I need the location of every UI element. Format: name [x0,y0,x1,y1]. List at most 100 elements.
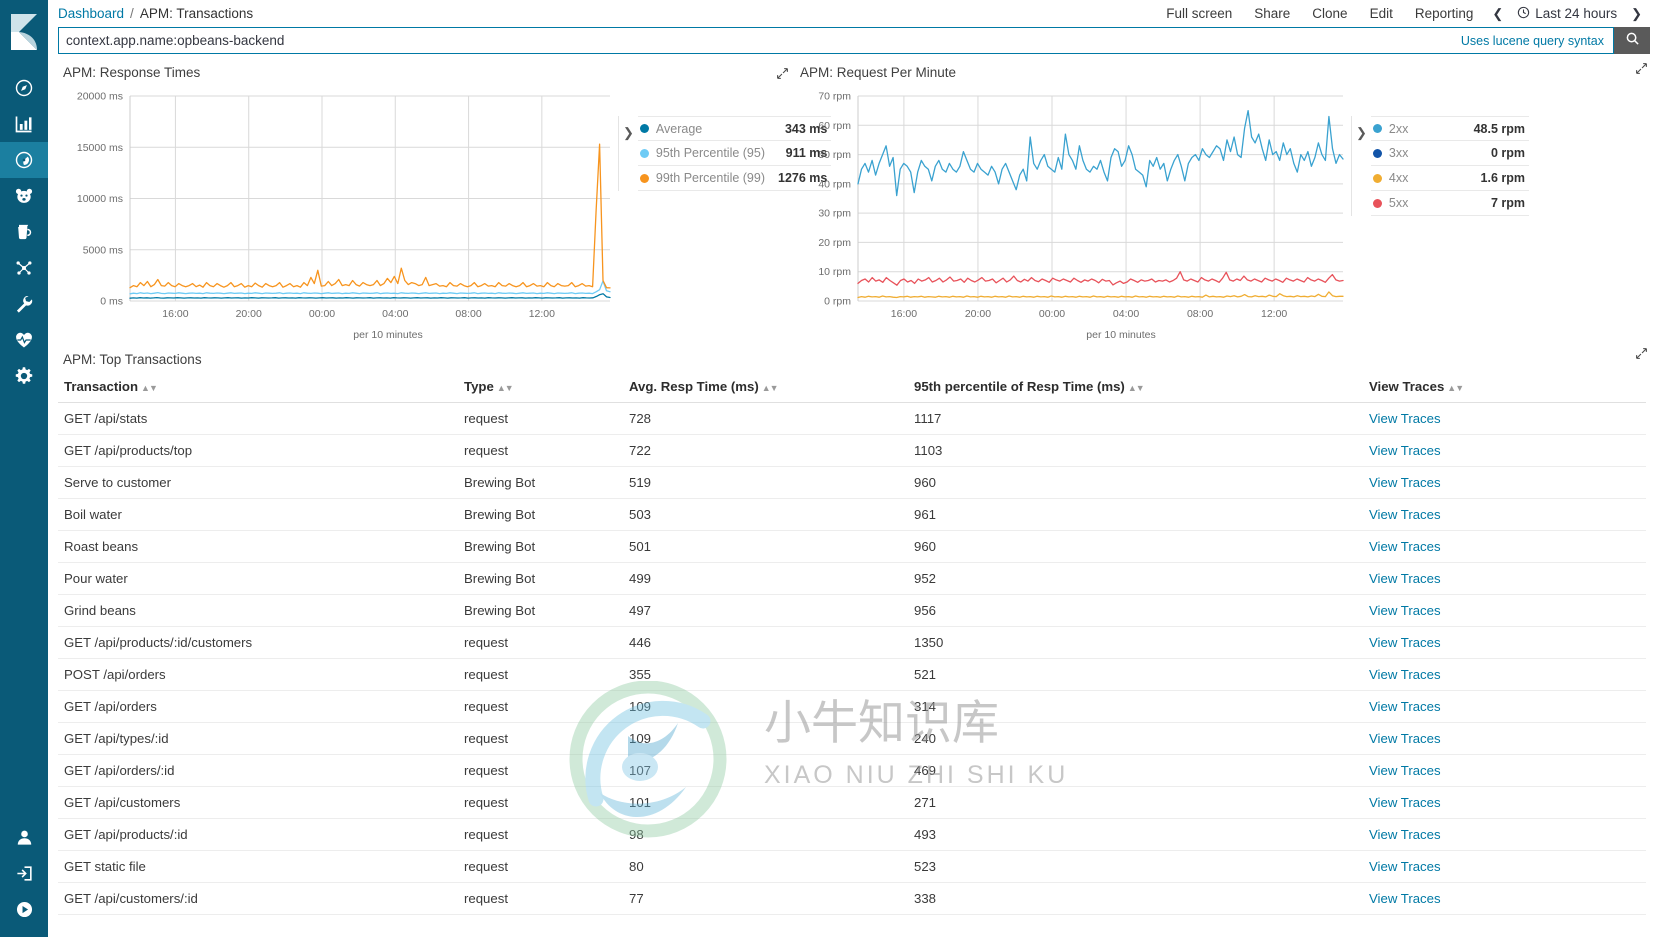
cell-type: request [458,402,623,435]
rpm-plot[interactable]: 0 rpm 10 rpm 20 rpm 30 rpm 40 rpm 50 rpm 60 rp… [776,86,1351,341]
lucene-syntax-hint[interactable]: Uses lucene query syntax [1461,34,1613,48]
kibana-logo[interactable] [0,0,48,64]
charts-row: APM: Response Times 0 ms 5000 ms 10000 ms 1… [48,56,1656,341]
view-traces-link[interactable]: View Traces [1369,667,1441,682]
view-traces-link[interactable]: View Traces [1369,859,1441,874]
cell-view-traces[interactable]: View Traces [1363,818,1646,851]
sidebar-item-logout[interactable] [0,855,48,891]
view-traces-link[interactable]: View Traces [1369,827,1441,842]
svg-text:10 rpm: 10 rpm [818,266,851,278]
view-traces-link[interactable]: View Traces [1369,795,1441,810]
legend-item[interactable]: 4xx 1.6 rpm [1370,166,1529,191]
column-header-avg-resp-time[interactable]: Avg. Resp Time (ms) ▲▼ [623,373,908,403]
sidebar-item-timelion[interactable] [0,214,48,250]
cell-view-traces[interactable]: View Traces [1363,690,1646,723]
cell-view-traces[interactable]: View Traces [1363,658,1646,691]
view-traces-link[interactable]: View Traces [1369,443,1441,458]
view-traces-link[interactable]: View Traces [1369,731,1441,746]
edit-button[interactable]: Edit [1359,0,1404,27]
cell-view-traces[interactable]: View Traces [1363,402,1646,435]
next-time-arrow-icon[interactable]: ❯ [1623,6,1650,22]
sidebar-item-visualize[interactable] [0,106,48,142]
cell-type: Brewing Bot [458,498,623,531]
cell-view-traces[interactable]: View Traces [1363,466,1646,499]
sidebar-item-machine-learning[interactable] [0,178,48,214]
sidebar-item-monitoring[interactable] [0,322,48,358]
view-traces-link[interactable]: View Traces [1369,539,1441,554]
sidebar-item-collapse[interactable] [0,891,48,927]
sort-icon: ▲▼ [1447,383,1464,393]
view-traces-link[interactable]: View Traces [1369,763,1441,778]
legend-color-dot [639,173,649,183]
cell-avg-resp-time: 107 [623,754,908,787]
svg-text:04:00: 04:00 [1113,308,1139,320]
cell-view-traces[interactable]: View Traces [1363,786,1646,819]
response-times-legend: ❯ Average 343 ms 95th Percentile (95) 911 m… [618,116,832,191]
view-traces-link[interactable]: View Traces [1369,699,1441,714]
breadcrumb-dashboard[interactable]: Dashboard [58,6,124,21]
top-transactions-table: Transaction ▲▼ Type ▲▼ Avg. Resp Time (ms)… [58,373,1646,915]
cell-view-traces[interactable]: View Traces [1363,562,1646,595]
share-button[interactable]: Share [1243,0,1301,27]
column-header-p95-resp-time[interactable]: 95th percentile of Resp Time (ms) ▲▼ [908,373,1363,403]
graph-nodes-icon [14,258,34,278]
response-times-plot[interactable]: 0 ms 5000 ms 10000 ms 15000 ms 20000 ms 16:0… [58,86,618,341]
sidebar-item-dashboard[interactable] [0,142,48,178]
sidebar-item-dev-tools[interactable] [0,286,48,322]
cell-view-traces[interactable]: View Traces [1363,722,1646,755]
cell-view-traces[interactable]: View Traces [1363,498,1646,531]
sidebar-item-user[interactable] [0,819,48,855]
table-row: GET /api/products/top request 722 1103 View … [58,434,1646,467]
clone-button[interactable]: Clone [1301,0,1358,27]
sort-icon: ▲▼ [496,383,514,393]
cell-view-traces[interactable]: View Traces [1363,434,1646,467]
legend-item[interactable]: 5xx 7 rpm [1370,191,1529,216]
cell-type: request [458,626,623,659]
legend-item[interactable]: 2xx 48.5 rpm [1370,116,1529,141]
table-row: Boil water Brewing Bot 503 961 View Traces [58,498,1646,531]
view-traces-link[interactable]: View Traces [1369,475,1441,490]
panel-top-transactions-header: APM: Top Transactions [58,347,1648,373]
legend-toggle-icon[interactable]: ❯ [619,116,638,141]
cell-view-traces[interactable]: View Traces [1363,626,1646,659]
view-traces-link[interactable]: View Traces [1369,571,1441,586]
sidebar-item-graph[interactable] [0,250,48,286]
sidebar-item-management[interactable] [0,358,48,394]
svg-text:10000 ms: 10000 ms [77,193,123,205]
column-header-type[interactable]: Type ▲▼ [458,373,623,403]
full-screen-button[interactable]: Full screen [1155,0,1243,27]
column-header-view-traces[interactable]: View Traces ▲▼ [1363,373,1646,403]
legend-series-value: 0 rpm [1490,146,1525,160]
panel-top-transactions: APM: Top Transactions Transaction ▲▼ Typ… [48,341,1656,915]
cell-view-traces[interactable]: View Traces [1363,594,1646,627]
legend-item[interactable]: 3xx 0 rpm [1370,141,1529,166]
expand-icon[interactable] [1635,347,1648,365]
view-traces-link[interactable]: View Traces [1369,891,1441,906]
cell-view-traces[interactable]: View Traces [1363,850,1646,883]
column-header-transaction[interactable]: Transaction ▲▼ [58,373,458,403]
expand-icon[interactable] [776,67,789,80]
reporting-button[interactable]: Reporting [1404,0,1485,27]
cell-type: request [458,882,623,915]
cell-type: Brewing Bot [458,530,623,563]
svg-text:40 rpm: 40 rpm [818,178,851,190]
sort-icon: ▲▼ [761,383,779,393]
view-traces-link[interactable]: View Traces [1369,635,1441,650]
top-bar: Dashboard / APM: Transactions Full scree… [48,0,1656,27]
view-traces-link[interactable]: View Traces [1369,411,1441,426]
cell-view-traces[interactable]: View Traces [1363,882,1646,915]
expand-icon[interactable] [1635,62,1648,80]
sidebar-item-discover[interactable] [0,70,48,106]
time-range-picker[interactable]: Last 24 hours [1511,6,1623,22]
svg-text:30 rpm: 30 rpm [818,208,851,220]
search-button[interactable] [1614,27,1650,54]
table-row: Pour water Brewing Bot 499 952 View Traces [58,562,1646,595]
view-traces-link[interactable]: View Traces [1369,507,1441,522]
panel-response-times-title: APM: Response Times [63,65,201,80]
cell-view-traces[interactable]: View Traces [1363,530,1646,563]
legend-toggle-icon[interactable]: ❯ [1352,116,1371,141]
view-traces-link[interactable]: View Traces [1369,603,1441,618]
prev-time-arrow-icon[interactable]: ❮ [1484,6,1511,22]
cell-view-traces[interactable]: View Traces [1363,754,1646,787]
search-input[interactable] [59,28,1461,53]
